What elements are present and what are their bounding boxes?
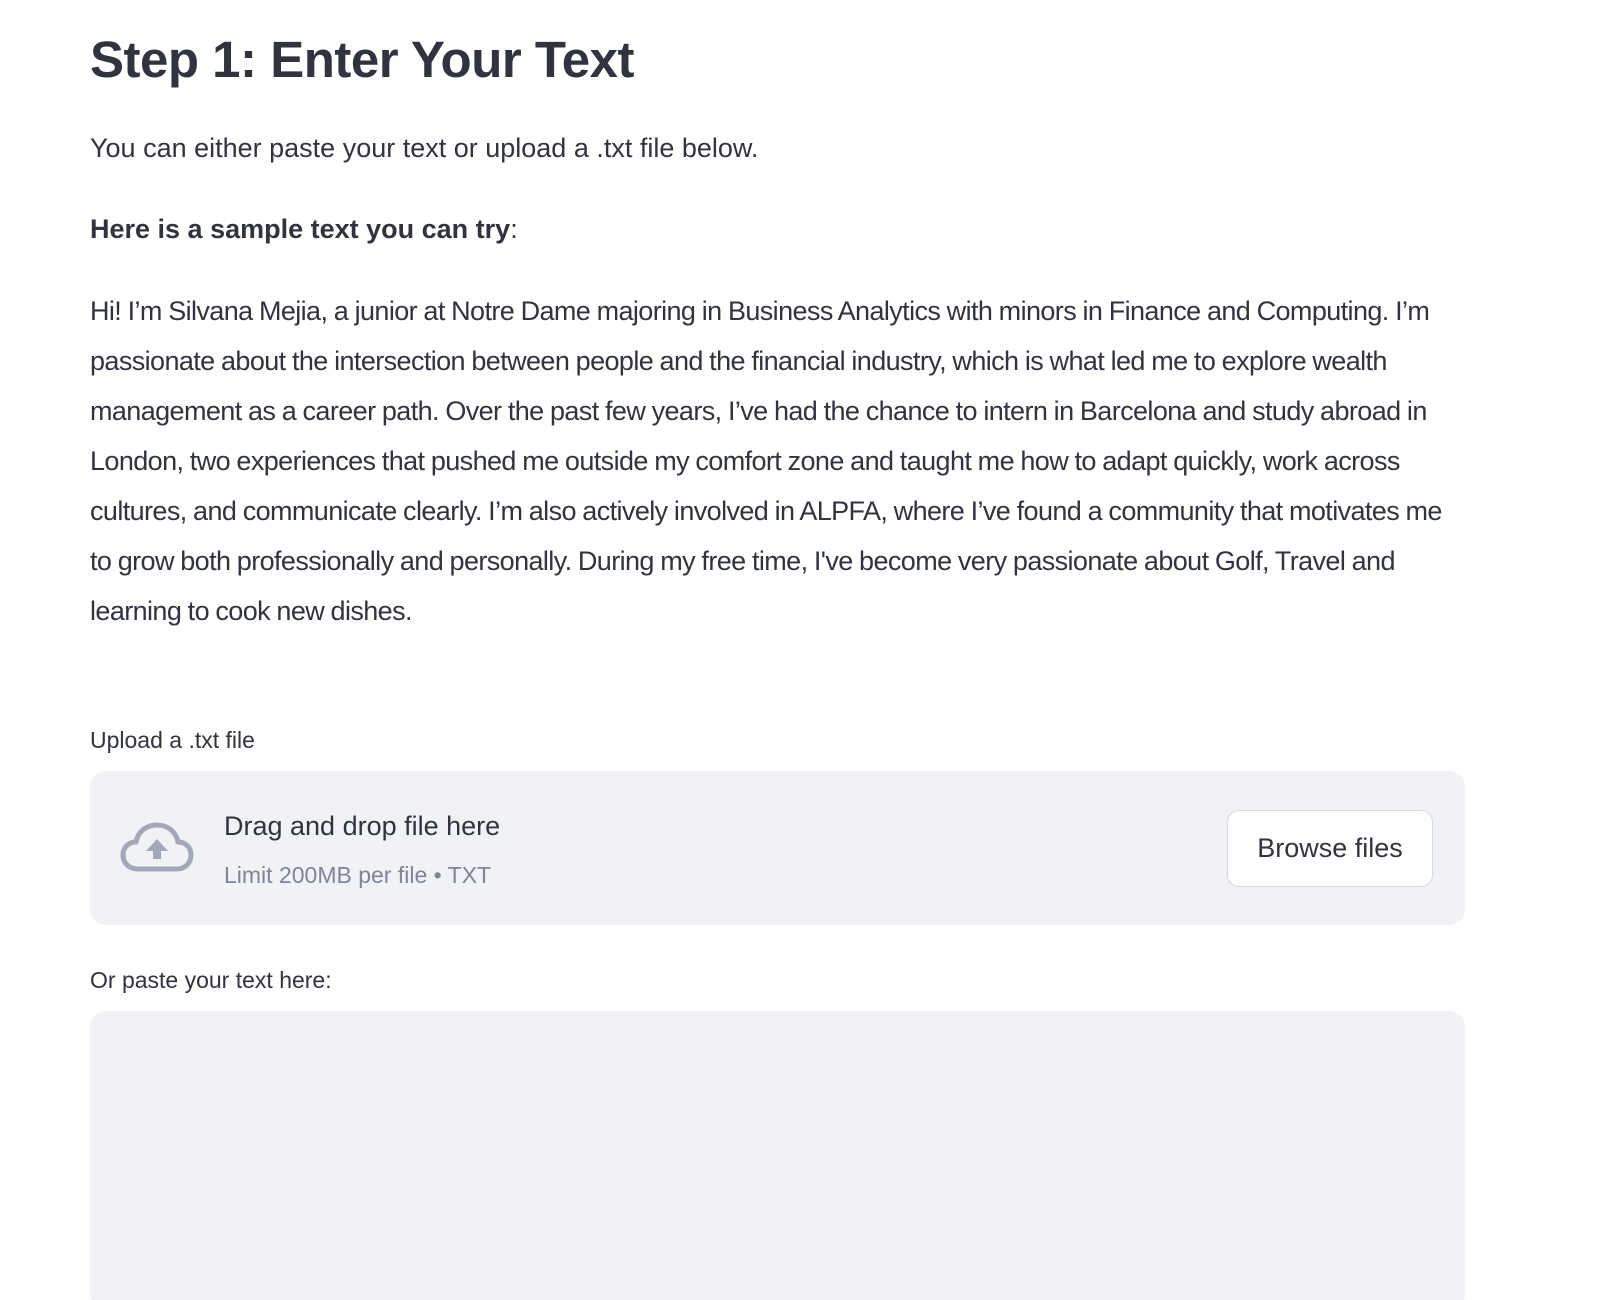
dropzone-title: Drag and drop file here <box>224 811 501 841</box>
upload-label: Upload a .txt file <box>90 727 255 753</box>
file-dropzone[interactable]: Drag and drop file here Limit 200MB per … <box>90 771 1465 925</box>
paste-label: Or paste your text here: <box>90 967 332 993</box>
dropzone-limit-text: Limit 200MB per file • TXT <box>224 862 492 888</box>
paste-text-area[interactable] <box>90 1011 1465 1300</box>
sample-heading-colon: : <box>510 214 518 244</box>
intro-text: You can either paste your text or upload… <box>90 133 759 163</box>
sample-text: Hi! I’m Silvana Mejia, a junior at Notre… <box>90 296 1442 626</box>
page-title: Step 1: Enter Your Text <box>90 31 634 88</box>
sample-heading: Here is a sample text you can try: <box>90 209 518 249</box>
browse-files-button[interactable]: Browse files <box>1227 810 1433 887</box>
sample-heading-bold: Here is a sample text you can try <box>90 214 511 244</box>
app-main: Step 1: Enter Your Text You can either p… <box>0 0 1606 1300</box>
cloud-upload-icon <box>120 821 194 875</box>
